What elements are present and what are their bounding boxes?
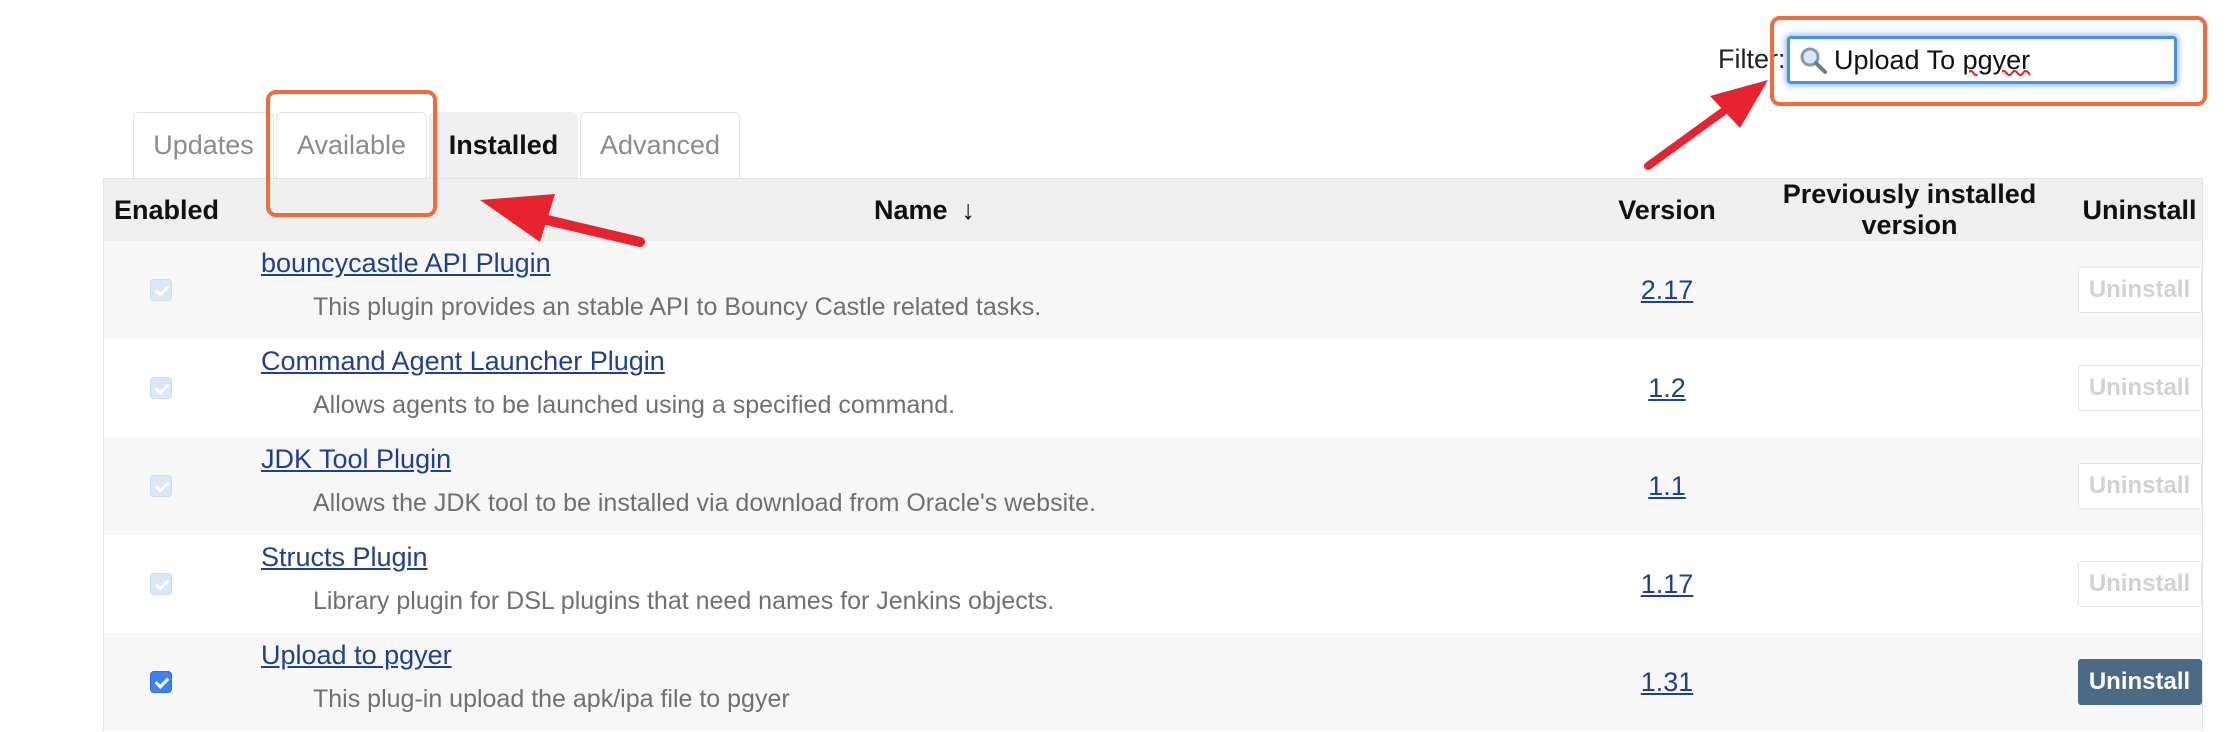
annotation-arrows: [480, 80, 1768, 247]
annotation-arrow-available: [480, 194, 645, 247]
annotation-arrow-filter: [1644, 80, 1768, 170]
